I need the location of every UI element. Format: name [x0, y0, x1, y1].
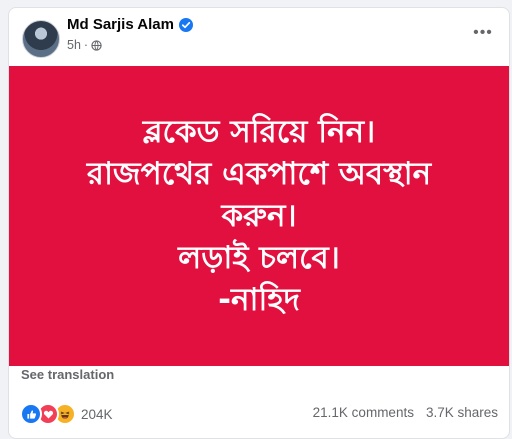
more-options-button[interactable]: •••: [467, 22, 499, 44]
author-row: Md Sarjis Alam: [67, 16, 193, 33]
post-stats: 21.1K comments 3.7K shares: [313, 405, 498, 420]
globe-icon: [91, 39, 102, 51]
comments-count-link[interactable]: 21.1K comments: [313, 405, 414, 420]
reaction-count: 204K: [81, 406, 113, 422]
post-card: Md Sarjis Alam 5h · ••• ব্লকেড সরিয়ে নি…: [8, 7, 510, 439]
post-time[interactable]: 5h: [67, 38, 81, 52]
post-meta: 5h ·: [67, 38, 102, 52]
author-name[interactable]: Md Sarjis Alam: [67, 16, 174, 33]
banner-line-5: -নাহিদ: [218, 282, 300, 318]
banner-line-1: ব্লকেড সরিয়ে নিন।: [142, 114, 376, 150]
banner-line-4: লড়াই চলবে।: [178, 240, 340, 276]
banner-line-3: করুন।: [221, 198, 297, 234]
author-avatar[interactable]: [22, 20, 60, 58]
reactions-summary[interactable]: 204K: [20, 403, 113, 425]
see-translation-link[interactable]: See translation: [21, 367, 114, 382]
divider: [9, 392, 509, 393]
like-icon: [20, 403, 42, 425]
post-header: Md Sarjis Alam 5h · •••: [9, 8, 509, 66]
banner-line-2: রাজপথের একপাশে অবস্থান: [86, 156, 432, 192]
more-horizontal-icon: •••: [473, 24, 493, 41]
meta-separator: ·: [83, 38, 89, 52]
verified-badge-icon: [178, 17, 193, 32]
post-text-banner[interactable]: ব্লকেড সরিয়ে নিন। রাজপথের একপাশে অবস্থা…: [9, 66, 509, 366]
shares-count-link[interactable]: 3.7K shares: [426, 405, 498, 420]
